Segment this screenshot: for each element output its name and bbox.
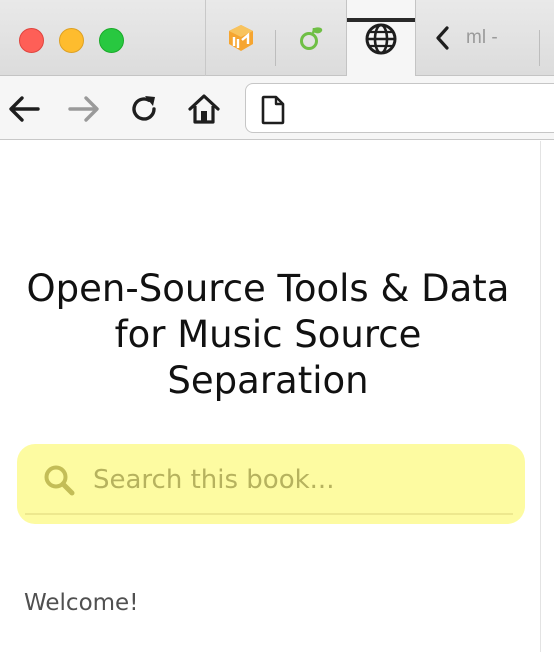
tab-divider bbox=[539, 30, 540, 66]
globe-icon bbox=[365, 23, 397, 54]
address-bar[interactable] bbox=[245, 83, 554, 133]
page-icon bbox=[261, 95, 285, 125]
tab-overflow[interactable]: ml - bbox=[416, 0, 540, 76]
chevron-left-icon bbox=[436, 26, 449, 50]
tab-title: ml - bbox=[466, 27, 498, 48]
book-logo-icon bbox=[229, 25, 253, 51]
reload-icon bbox=[132, 96, 156, 121]
tab-leaf[interactable] bbox=[276, 0, 346, 76]
search-input[interactable] bbox=[93, 462, 493, 498]
minimize-window-button[interactable] bbox=[59, 28, 84, 53]
search-underline bbox=[25, 513, 513, 515]
arrow-right-icon bbox=[68, 96, 99, 122]
search-icon bbox=[44, 465, 75, 496]
search-box[interactable] bbox=[17, 444, 525, 524]
navigation-toolbar bbox=[0, 76, 554, 140]
nav-item-welcome[interactable]: Welcome! bbox=[24, 590, 138, 616]
home-icon bbox=[188, 94, 220, 124]
zoom-window-button[interactable] bbox=[99, 28, 124, 53]
leaf-logo-icon bbox=[300, 27, 323, 50]
title-bar: ml - bbox=[0, 0, 554, 77]
home-button[interactable] bbox=[186, 91, 222, 127]
forward-button[interactable] bbox=[66, 91, 102, 127]
tab-book[interactable] bbox=[206, 0, 276, 76]
arrow-left-icon bbox=[9, 96, 40, 122]
reload-button[interactable] bbox=[126, 91, 162, 127]
back-button[interactable] bbox=[6, 91, 42, 127]
close-window-button[interactable] bbox=[19, 28, 44, 53]
book-title: Open-Source Tools & Data for Music Sourc… bbox=[26, 267, 510, 402]
tab-active[interactable] bbox=[346, 0, 416, 77]
page-scroll-edge bbox=[540, 141, 541, 652]
